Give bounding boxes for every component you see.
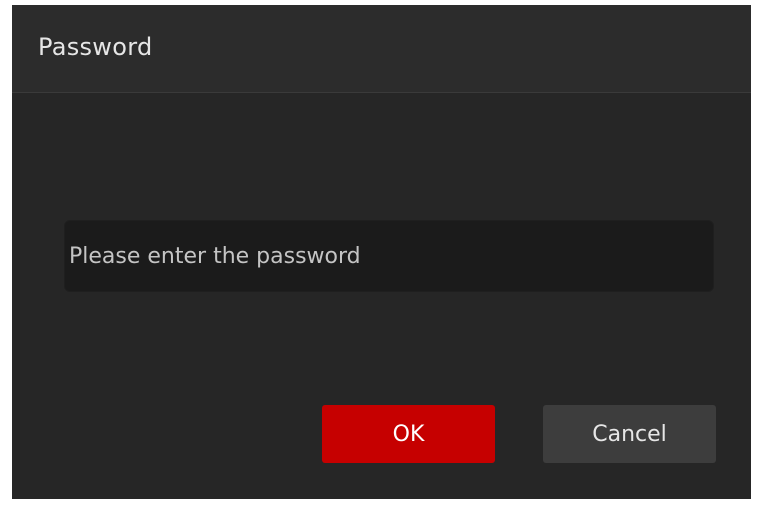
password-dialog: Password OK Cancel [12, 5, 751, 499]
dialog-titlebar: Password [12, 5, 751, 93]
dialog-title: Password [38, 33, 153, 61]
cancel-button[interactable]: Cancel [543, 405, 716, 463]
password-input[interactable] [64, 220, 714, 292]
ok-button[interactable]: OK [322, 405, 495, 463]
